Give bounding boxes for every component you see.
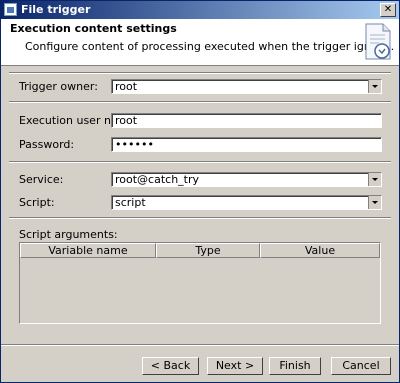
- service-label: Service:: [19, 173, 64, 186]
- divider: [9, 217, 391, 219]
- title-bar: File trigger ✕: [1, 1, 399, 19]
- trigger-owner-select[interactable]: root: [111, 79, 382, 94]
- chevron-down-icon[interactable]: [368, 80, 381, 93]
- password-field[interactable]: ••••••: [111, 137, 382, 152]
- file-trigger-window: File trigger ✕ Execution content setting…: [0, 0, 400, 383]
- trigger-owner-label: Trigger owner:: [19, 80, 98, 93]
- trigger-owner-value: root: [115, 80, 138, 93]
- chevron-down-icon[interactable]: [368, 196, 381, 209]
- divider: [9, 72, 391, 74]
- chevron-down-icon[interactable]: [368, 173, 381, 186]
- script-label: Script:: [19, 196, 55, 209]
- column-header-variable-name[interactable]: Variable name: [20, 243, 156, 258]
- cancel-button[interactable]: Cancel: [331, 357, 391, 375]
- header-title: Execution content settings: [10, 22, 177, 35]
- next-button[interactable]: Next >: [207, 357, 263, 375]
- service-select[interactable]: root@catch_try: [111, 172, 382, 187]
- document-clock-icon: [365, 23, 391, 60]
- script-select[interactable]: script: [111, 195, 382, 210]
- app-icon: [4, 3, 17, 16]
- script-arguments-label: Script arguments:: [19, 228, 118, 241]
- header-description: Configure content of processing executed…: [25, 40, 395, 53]
- window-title: File trigger: [21, 3, 91, 16]
- form-content: Trigger owner: root Execution user name:…: [1, 66, 399, 356]
- close-button[interactable]: ✕: [380, 3, 396, 17]
- column-header-type[interactable]: Type: [156, 243, 260, 258]
- footer-divider: [1, 344, 399, 346]
- script-value: script: [115, 196, 146, 209]
- divider: [9, 161, 391, 163]
- finish-button[interactable]: Finish: [269, 357, 321, 375]
- script-arguments-table[interactable]: Variable name Type Value: [19, 242, 381, 324]
- divider: [9, 101, 391, 103]
- password-label: Password:: [19, 138, 75, 151]
- column-header-value[interactable]: Value: [260, 243, 380, 258]
- back-button[interactable]: < Back: [142, 357, 199, 375]
- execution-user-field[interactable]: root: [111, 113, 382, 128]
- wizard-header: Execution content settings Configure con…: [1, 19, 399, 66]
- service-value: root@catch_try: [115, 173, 200, 186]
